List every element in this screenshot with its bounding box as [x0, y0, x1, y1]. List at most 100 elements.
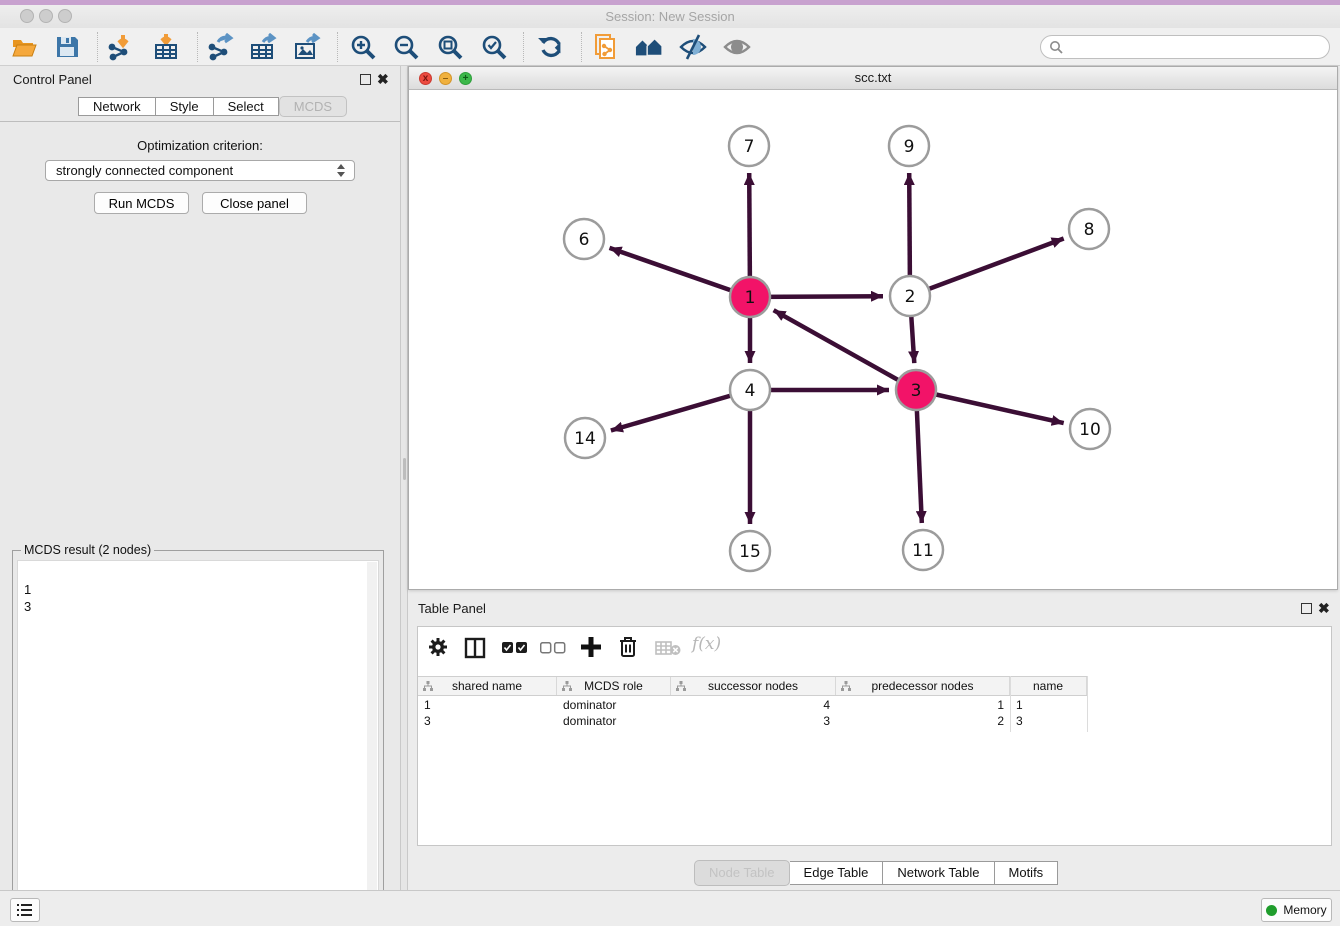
- settings-gear-icon[interactable]: [428, 637, 448, 657]
- cell-name[interactable]: 3: [1010, 713, 1087, 730]
- hierarchy-icon: [562, 681, 572, 691]
- cell-shared-name[interactable]: 3: [418, 713, 557, 730]
- close-panel-button[interactable]: Close panel: [202, 192, 307, 214]
- save-session-icon[interactable]: [53, 33, 81, 61]
- column-header-shared-name[interactable]: shared name: [418, 677, 557, 695]
- zoom-view-icon[interactable]: +: [459, 72, 472, 85]
- select-all-columns-icon[interactable]: [502, 642, 528, 654]
- search-box[interactable]: [1040, 35, 1330, 59]
- column-header-successor-nodes[interactable]: successor nodes: [671, 677, 836, 695]
- selected-criterion: strongly connected component: [56, 163, 233, 178]
- zoom-selected-icon[interactable]: [480, 33, 508, 61]
- tab-mcds[interactable]: MCDS: [279, 96, 347, 117]
- node-label-14: 14: [574, 429, 596, 449]
- add-column-icon[interactable]: [579, 635, 603, 659]
- import-network-icon[interactable]: [106, 33, 134, 61]
- memory-button[interactable]: Memory: [1261, 898, 1332, 922]
- toolbar-separator: [197, 32, 198, 62]
- tab-network-table[interactable]: Network Table: [883, 861, 994, 885]
- node-layer: 1234678910111415: [564, 126, 1110, 571]
- node-label-8: 8: [1084, 220, 1095, 240]
- network-canvas-svg[interactable]: 1234678910111415: [409, 90, 1337, 589]
- edge-1-6[interactable]: [610, 248, 751, 297]
- hide-panel-icon[interactable]: [679, 33, 707, 61]
- float-panel-icon[interactable]: [360, 74, 371, 85]
- delete-column-icon[interactable]: [617, 635, 639, 659]
- zoom-window-icon[interactable]: [58, 9, 72, 23]
- cell-successor-nodes[interactable]: 4: [671, 697, 836, 714]
- optimization-criterion-select[interactable]: strongly connected component: [45, 160, 355, 181]
- mcds-result-textarea[interactable]: 1 3: [17, 560, 379, 920]
- main-toolbar: [0, 28, 1340, 66]
- open-session-icon[interactable]: [10, 33, 38, 61]
- run-mcds-button[interactable]: Run MCDS: [94, 192, 189, 214]
- cell-name[interactable]: 1: [1010, 697, 1087, 714]
- cell-predecessor-nodes[interactable]: 2: [836, 713, 1010, 730]
- column-header-predecessor-nodes[interactable]: predecessor nodes: [836, 677, 1010, 695]
- home-icon[interactable]: [635, 33, 663, 61]
- result-scrollbar[interactable]: [367, 562, 377, 920]
- edge-2-8[interactable]: [910, 239, 1064, 297]
- close-panel-icon[interactable]: ✖: [377, 71, 389, 87]
- zoom-out-icon[interactable]: [392, 33, 420, 61]
- column-header-name[interactable]: name: [1010, 677, 1087, 695]
- tab-style[interactable]: Style: [156, 97, 214, 116]
- edge-4-14[interactable]: [611, 390, 750, 431]
- export-table-icon[interactable]: [249, 33, 277, 61]
- table-row[interactable]: 1dominator411: [418, 697, 1087, 714]
- search-icon: [1049, 40, 1063, 54]
- task-list-icon: [17, 903, 33, 917]
- cell-successor-nodes[interactable]: 3: [671, 713, 836, 730]
- cell-shared-name[interactable]: 1: [418, 697, 557, 714]
- control-panel: Control Panel ✖ NetworkStyleSelectMCDS O…: [0, 66, 401, 890]
- tab-network[interactable]: Network: [78, 97, 156, 116]
- edge-3-10[interactable]: [916, 390, 1064, 423]
- search-input[interactable]: [1067, 38, 1329, 56]
- tab-edge-table[interactable]: Edge Table: [790, 861, 884, 885]
- minimize-window-icon[interactable]: [39, 9, 53, 23]
- network-view-window[interactable]: scc.txt x–+ 1234678910111415: [408, 66, 1338, 590]
- panel-splitter[interactable]: [401, 66, 408, 890]
- close-table-panel-icon[interactable]: ✖: [1318, 600, 1330, 616]
- table-row[interactable]: 3dominator323: [418, 713, 1087, 730]
- tab-motifs[interactable]: Motifs: [995, 861, 1059, 885]
- node-label-15: 15: [739, 542, 761, 562]
- network-window-titlebar[interactable]: scc.txt x–+: [409, 67, 1337, 90]
- toolbar-separator: [523, 32, 524, 62]
- new-session-icon[interactable]: [592, 33, 620, 61]
- node-label-7: 7: [744, 137, 755, 157]
- close-window-icon[interactable]: [20, 9, 34, 23]
- minimize-view-icon[interactable]: –: [439, 72, 452, 85]
- unselect-all-columns-icon[interactable]: [540, 642, 566, 654]
- zoom-in-icon[interactable]: [349, 33, 377, 61]
- function-builder-icon: f(x): [692, 634, 721, 654]
- titlebar[interactable]: Session: New Session: [0, 5, 1340, 28]
- zoom-fit-icon[interactable]: [436, 33, 464, 61]
- import-table-icon[interactable]: [152, 33, 180, 61]
- show-panel-icon[interactable]: [723, 33, 751, 61]
- cell-predecessor-nodes[interactable]: 1: [836, 697, 1010, 714]
- tab-select[interactable]: Select: [214, 97, 279, 116]
- column-divider: [1010, 676, 1011, 732]
- column-header-MCDS-role[interactable]: MCDS role: [557, 677, 671, 695]
- task-history-button[interactable]: [10, 898, 40, 922]
- node-label-1: 1: [745, 288, 756, 308]
- cell-MCDS-role[interactable]: dominator: [557, 697, 671, 714]
- delete-table-icon: [655, 640, 681, 656]
- splitter-handle[interactable]: [403, 458, 406, 480]
- cell-MCDS-role[interactable]: dominator: [557, 713, 671, 730]
- node-label-2: 2: [905, 287, 916, 307]
- toolbar-separator: [337, 32, 338, 62]
- float-table-panel-icon[interactable]: [1301, 603, 1312, 614]
- node-label-4: 4: [745, 381, 756, 401]
- control-panel-header: Control Panel ✖: [0, 66, 400, 94]
- refresh-layout-icon[interactable]: [537, 33, 565, 61]
- export-network-icon[interactable]: [206, 33, 234, 61]
- edge-3-1[interactable]: [774, 310, 916, 390]
- column-divider: [1087, 676, 1088, 732]
- tab-node-table[interactable]: Node Table: [694, 860, 790, 886]
- export-image-icon[interactable]: [293, 33, 321, 61]
- split-columns-icon[interactable]: [464, 637, 486, 659]
- close-view-icon[interactable]: x: [419, 72, 432, 85]
- node-table-container: f(x) shared nameMCDS rolesuccessor nodes…: [417, 626, 1332, 846]
